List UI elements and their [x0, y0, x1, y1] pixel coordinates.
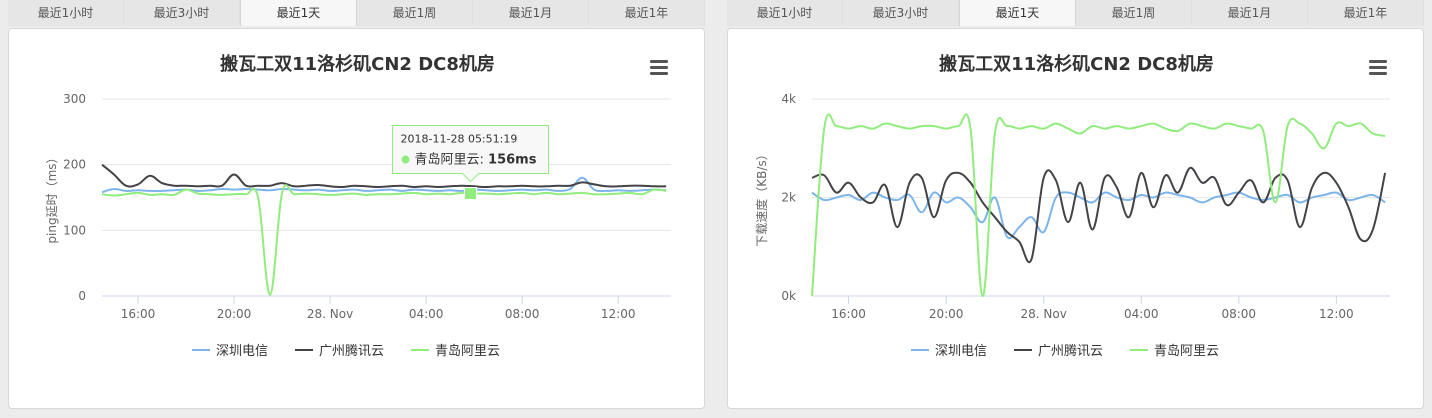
legend-item[interactable]: 青岛阿里云: [1130, 343, 1219, 359]
hamburger-menu-icon[interactable]: [1369, 60, 1387, 75]
x-tick-label: 16:00: [121, 307, 156, 321]
chart-panel-right: 最近1小时 最近3小时 最近1天 最近1周 最近1月 最近1年 搬瓦工双11洛杉…: [727, 0, 1424, 418]
legend-label: 广州腾讯云: [319, 343, 384, 359]
legend-item[interactable]: 深圳电信: [192, 344, 268, 359]
legend-label: 青岛阿里云: [1154, 343, 1219, 359]
legend-label: 深圳电信: [216, 344, 268, 359]
ping-latency-chart: 搬瓦工双11洛杉矶CN2 DC8机房 0 100 200 300 16:00 20:00 28…: [45, 53, 671, 359]
x-tick-label: 20:00: [929, 307, 964, 321]
x-tick-label: 20:00: [217, 307, 252, 321]
tooltip: 2018-11-28 05:51:19 青岛阿里云: 156ms: [392, 125, 550, 183]
x-tick-label: 12:00: [601, 307, 636, 321]
tooltip-value: 156ms: [488, 153, 537, 168]
legend-label: 广州腾讯云: [1038, 343, 1103, 359]
chart-title: 搬瓦工双11洛杉矶CN2 DC8机房: [220, 53, 495, 75]
download-speed-chart: 搬瓦工双11洛杉矶CN2 DC8机房 0k 2k 4k 16:00 20:00 28. No…: [754, 53, 1390, 359]
legend-item[interactable]: 广州腾讯云: [1014, 343, 1103, 359]
hamburger-menu-icon[interactable]: [650, 60, 668, 75]
x-tick-label: 08:00: [1221, 307, 1256, 321]
x-tick-label: 16:00: [831, 307, 866, 321]
legend-label: 深圳电信: [935, 344, 987, 359]
time-range-tabs-left: 最近1小时 最近3小时 最近1天 最近1周 最近1月 最近1年: [8, 0, 705, 26]
tab-last-1-week[interactable]: 最近1周: [1076, 0, 1192, 26]
legend-item[interactable]: 深圳电信: [911, 344, 987, 359]
y-tick-label: 0: [78, 289, 86, 303]
tooltip-date: 2018-11-28 05:51:19: [401, 133, 518, 146]
tab-last-3-hours[interactable]: 最近3小时: [843, 0, 959, 26]
series-line-1[interactable]: [811, 191, 1386, 240]
legend-item[interactable]: 青岛阿里云: [411, 343, 500, 359]
x-tick-label: 08:00: [505, 307, 540, 321]
legend-item[interactable]: 广州腾讯云: [295, 343, 384, 359]
tab-last-1-day[interactable]: 最近1天: [959, 0, 1076, 26]
chart-card-download: 搬瓦工双11洛杉矶CN2 DC8机房 0k 2k 4k 16:00 20:00 28. No…: [727, 28, 1424, 409]
series-line-2[interactable]: [811, 166, 1387, 263]
chart-title: 搬瓦工双11洛杉矶CN2 DC8机房: [939, 53, 1214, 75]
tooltip-series: 青岛阿里云: 156ms: [415, 152, 537, 168]
tab-last-1-day[interactable]: 最近1天: [240, 0, 357, 26]
tab-last-1-month[interactable]: 最近1月: [473, 0, 589, 26]
chart-panel-left: 最近1小时 最近3小时 最近1天 最近1周 最近1月 最近1年 搬瓦工双11洛杉…: [8, 0, 705, 418]
tab-last-1-month[interactable]: 最近1月: [1192, 0, 1308, 26]
y-tick-label: 200: [63, 158, 86, 172]
y-tick-label: 4k: [781, 92, 796, 106]
chart-card-ping: 搬瓦工双11洛杉矶CN2 DC8机房 0 100 200 300 16:00 20:00 28…: [8, 28, 705, 409]
y-axis-title: ping延时（ms）: [45, 151, 59, 243]
tab-last-1-hour[interactable]: 最近1小时: [727, 0, 843, 26]
y-axis-title: 下载速度（KB/s）: [754, 148, 769, 246]
tab-last-1-year[interactable]: 最近1年: [1308, 0, 1424, 26]
tab-last-1-year[interactable]: 最近1年: [589, 0, 705, 26]
series-line-3[interactable]: [101, 184, 667, 296]
y-tick-label: 300: [63, 92, 86, 106]
y-tick-label: 100: [63, 223, 86, 237]
x-tick-label: 04:00: [409, 307, 444, 321]
x-tick-label: 28. Nov: [307, 307, 353, 321]
hover-marker: [464, 187, 478, 201]
y-tick-label: 2k: [781, 191, 796, 205]
x-tick-label: 28. Nov: [1021, 307, 1067, 321]
tab-last-3-hours[interactable]: 最近3小时: [124, 0, 240, 26]
tab-last-1-week[interactable]: 最近1周: [357, 0, 473, 26]
y-tick-label: 0k: [781, 289, 796, 303]
series-line-2[interactable]: [101, 163, 667, 189]
x-tick-label: 12:00: [1319, 307, 1354, 321]
tab-last-1-hour[interactable]: 最近1小时: [8, 0, 124, 26]
time-range-tabs-right: 最近1小时 最近3小时 最近1天 最近1周 最近1月 最近1年: [727, 0, 1424, 26]
x-tick-label: 04:00: [1124, 307, 1159, 321]
legend-label: 青岛阿里云: [435, 343, 500, 359]
tooltip-dot: [401, 155, 410, 164]
